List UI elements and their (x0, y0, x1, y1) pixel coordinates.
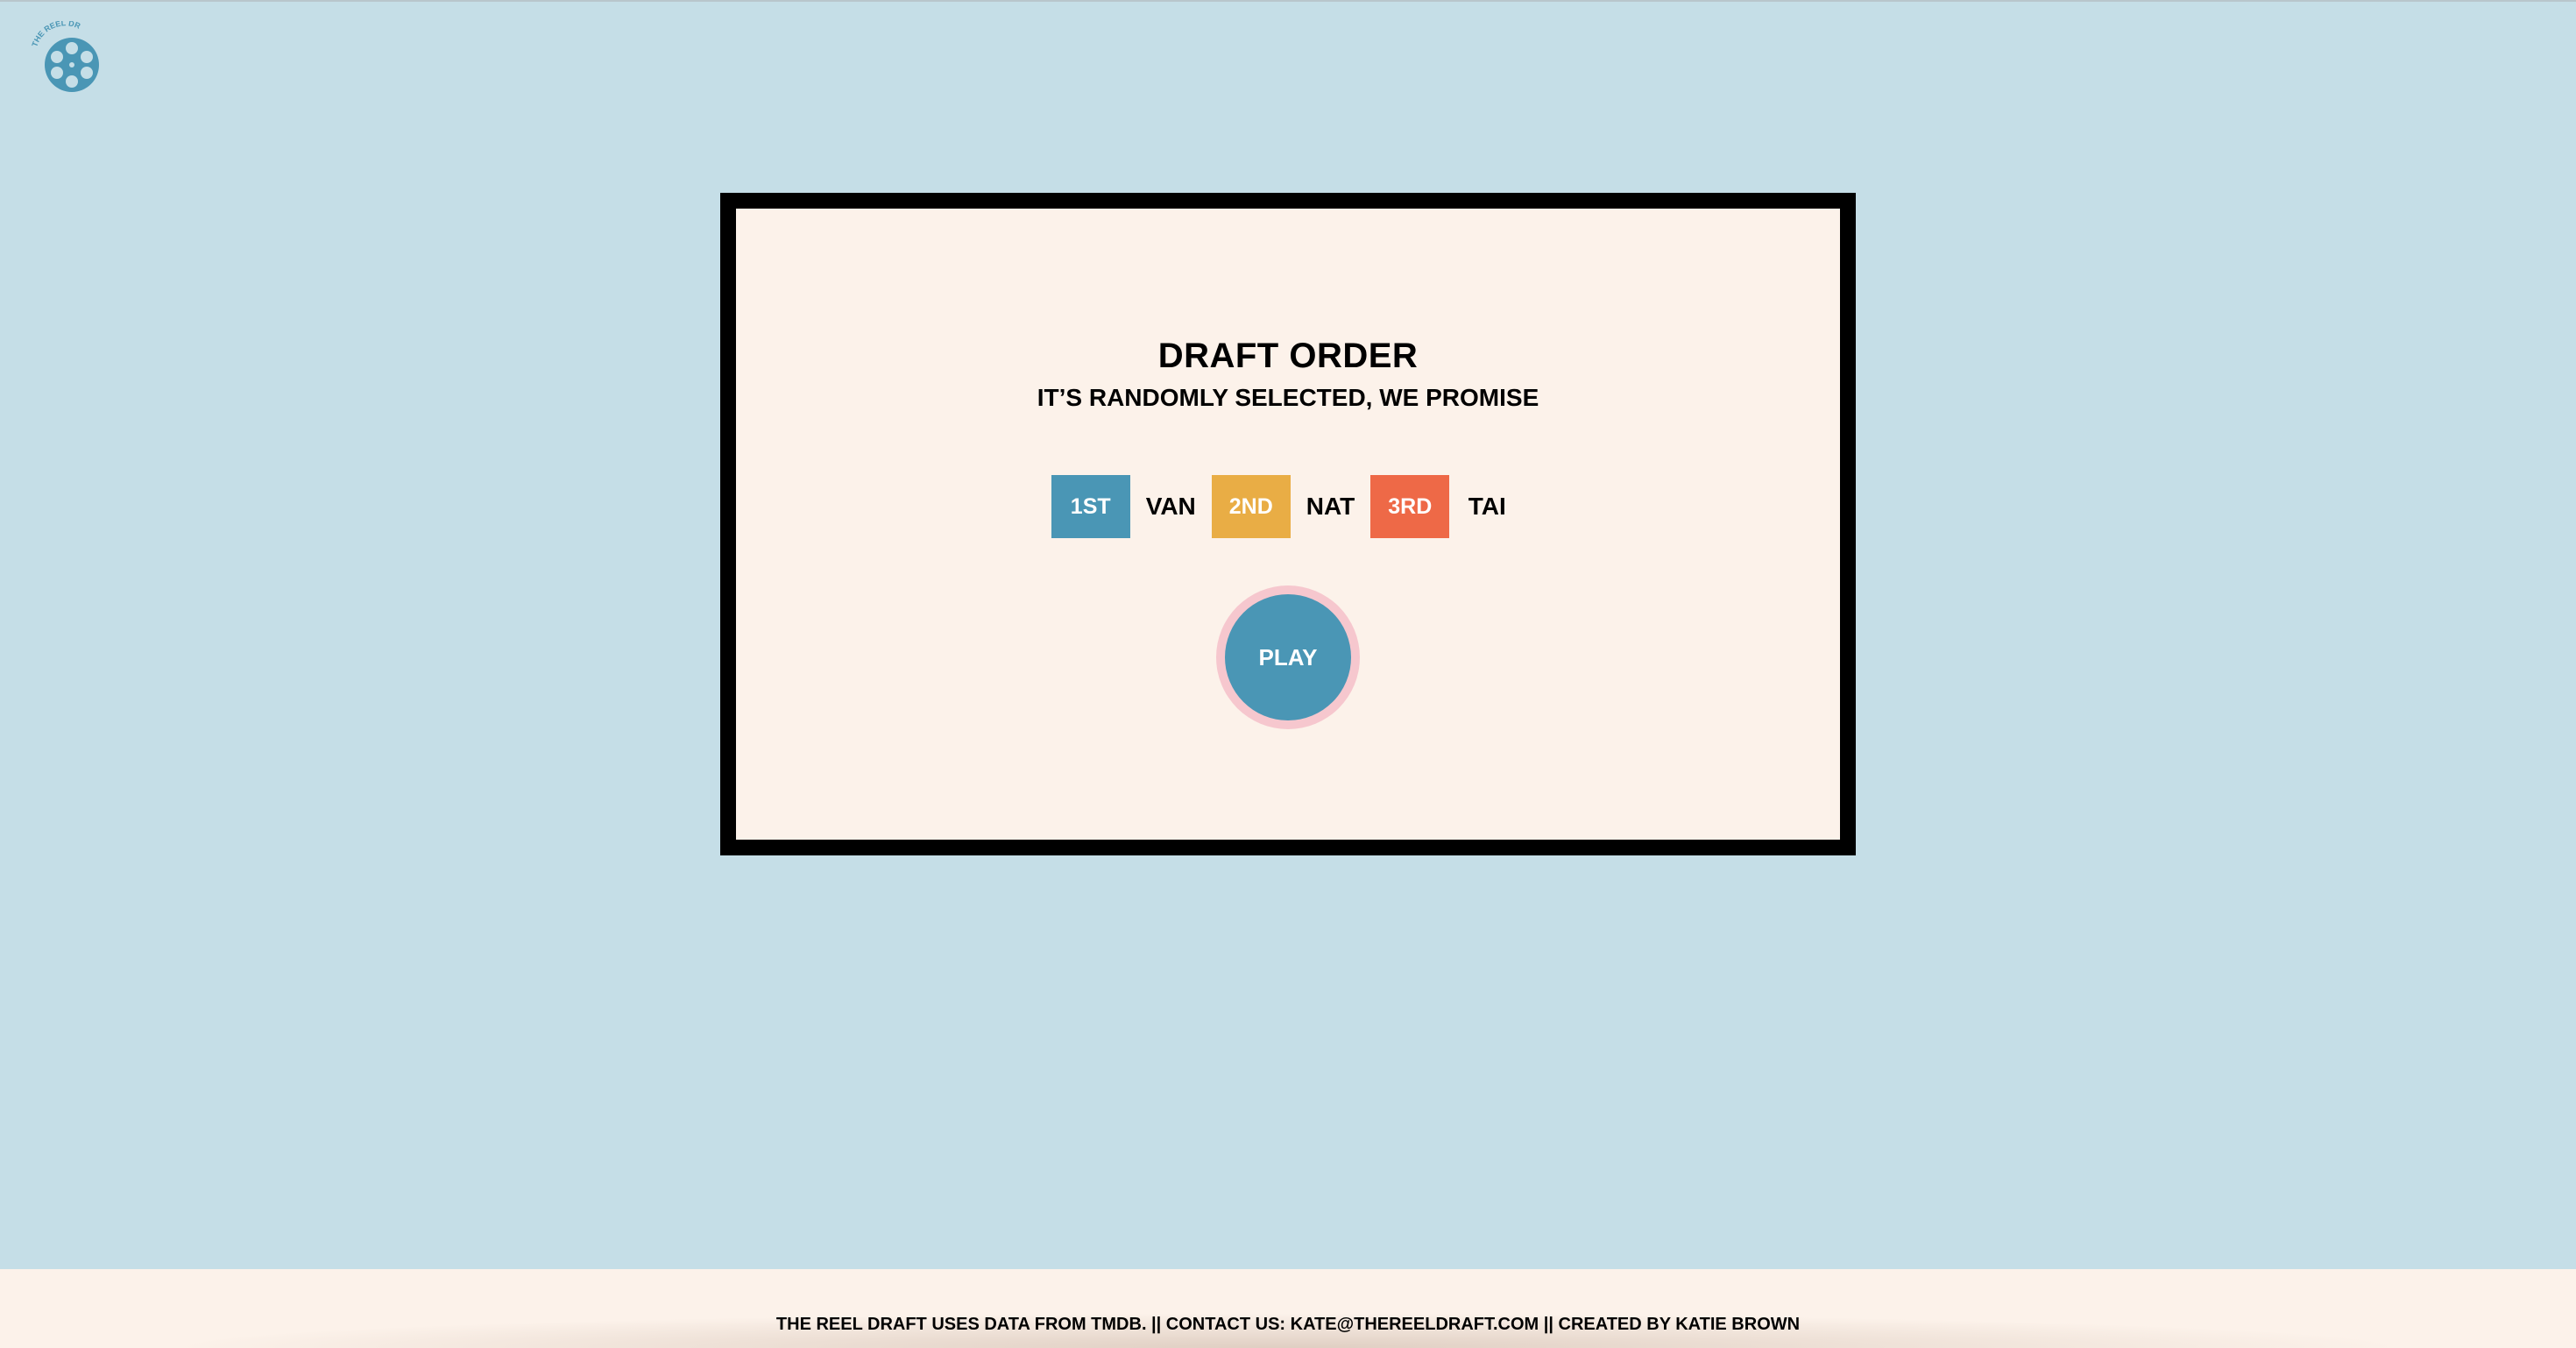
film-reel-icon[interactable]: THE REEL DRAFT (29, 14, 103, 95)
player-name-3: TAI (1468, 493, 1506, 520)
draft-order-list: 1ST VAN 2ND NAT 3RD TAI (736, 475, 1840, 538)
footer-text: THE REEL DRAFT USES DATA FROM TMDB. || C… (775, 1315, 1801, 1334)
player-name-1: VAN (1145, 493, 1196, 520)
rank-badge-3: 3RD (1370, 475, 1450, 538)
player-name-2: NAT (1306, 493, 1355, 520)
play-button[interactable]: PLAY (1225, 594, 1351, 720)
page-subtitle: IT’S RANDOMLY SELECTED, WE PROMISE (1037, 384, 1539, 411)
draft-order-card: DRAFT ORDER IT’S RANDOMLY SELECTED, WE P… (720, 193, 1856, 855)
rank-badge-2: 2ND (1211, 475, 1291, 538)
play-button-ring: PLAY (1216, 585, 1360, 729)
footer: THE REEL DRAFT USES DATA FROM TMDB. || C… (0, 1269, 2576, 1348)
page-title: DRAFT ORDER (1157, 337, 1419, 375)
rank-badge-1: 1ST (1051, 475, 1130, 538)
page: THE REEL DRAFT DRAFT ORDER IT’S RANDOMLY… (0, 0, 2576, 1348)
